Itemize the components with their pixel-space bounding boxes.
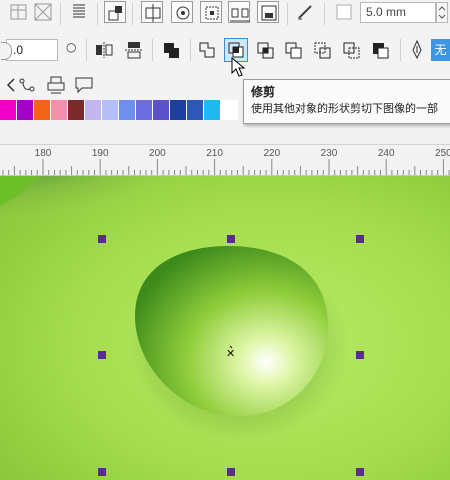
- ruler-tick-label: 220: [263, 148, 281, 159]
- table-icon[interactable]: [8, 1, 30, 23]
- tooltip-title: 修剪: [251, 85, 276, 99]
- nudge-size-stepper[interactable]: [436, 2, 448, 23]
- property-bar-shaping: .0 ○ 无: [0, 30, 450, 71]
- ruler-tick-label: 210: [206, 148, 223, 159]
- ruler-tick-label: 200: [149, 148, 166, 159]
- rotation-angle-input[interactable]: .0: [1, 39, 58, 61]
- color-swatch[interactable]: [204, 100, 221, 120]
- selection-handle-top-left[interactable]: [98, 235, 106, 243]
- selection-handle-top-center[interactable]: [227, 235, 235, 243]
- color-swatch[interactable]: [17, 100, 34, 120]
- combine-icon[interactable]: [160, 38, 184, 62]
- color-swatch[interactable]: [68, 100, 85, 120]
- nudge-size-input[interactable]: 5.0 mm: [360, 2, 436, 23]
- selection-handle-bottom-right[interactable]: [356, 468, 364, 476]
- selection-handle-middle-right[interactable]: [356, 351, 364, 359]
- degree-symbol-icon: ○: [66, 40, 77, 54]
- selection-handle-top-right[interactable]: [356, 235, 364, 243]
- selection-handle-middle-left[interactable]: [98, 351, 106, 359]
- rotation-angle-value: .0: [13, 43, 24, 57]
- front-minus-back-icon[interactable]: [311, 38, 335, 62]
- selection-handle-bottom-center[interactable]: [227, 468, 235, 476]
- mirror-vertical-icon[interactable]: [122, 38, 146, 62]
- selection-handle-bottom-left[interactable]: [98, 468, 106, 476]
- edit-icon[interactable]: [294, 1, 316, 23]
- text-align-icon[interactable]: [68, 1, 90, 23]
- color-swatch[interactable]: [119, 100, 136, 120]
- rotation-center-icon[interactable]: ✕: [226, 348, 235, 359]
- ruler-tick-label: 230: [320, 148, 338, 159]
- outline-none-selector[interactable]: 无: [431, 39, 450, 61]
- image-placeholder-icon[interactable]: [32, 1, 54, 23]
- property-bar-top: 5.0 mm: [0, 0, 450, 31]
- color-swatch[interactable]: [34, 100, 51, 120]
- node-path-icon[interactable]: [16, 73, 40, 97]
- target-icon[interactable]: [171, 1, 193, 23]
- color-swatch[interactable]: [51, 100, 68, 120]
- trim-tooltip: 修剪 使用其他对象的形状剪切下图像的一部: [243, 79, 450, 124]
- pen-nib-icon[interactable]: [405, 38, 429, 62]
- create-boundary-icon[interactable]: [369, 38, 393, 62]
- fill-swatch-icon[interactable]: [333, 1, 355, 23]
- ruler-tick-label: 180: [34, 148, 52, 159]
- color-swatch[interactable]: [85, 100, 102, 120]
- color-swatch[interactable]: [187, 100, 204, 120]
- intersect-icon[interactable]: [254, 38, 278, 62]
- align-center-icon[interactable]: [141, 1, 163, 23]
- horizontal-ruler[interactable]: 180 190 200 210 220 230 240 250: [0, 144, 450, 176]
- comment-icon[interactable]: [72, 73, 96, 97]
- color-swatch[interactable]: [170, 100, 187, 120]
- angle-spinner[interactable]: [1, 42, 12, 60]
- object-position-icon[interactable]: [104, 1, 126, 23]
- color-swatch[interactable]: [136, 100, 153, 120]
- ruler-tick-label: 190: [91, 148, 109, 159]
- color-swatch[interactable]: [153, 100, 170, 120]
- printer-icon[interactable]: [44, 73, 68, 97]
- canvas-artwork: [0, 176, 450, 480]
- ruler-tick-label: 240: [377, 148, 395, 159]
- distribute-icon[interactable]: [228, 1, 250, 23]
- simplify-icon[interactable]: [282, 38, 306, 62]
- color-swatch[interactable]: [0, 100, 17, 120]
- transform-icon[interactable]: [200, 1, 222, 23]
- save-style-icon[interactable]: [257, 1, 279, 23]
- mouse-cursor-icon: [231, 57, 246, 77]
- weld-icon[interactable]: [195, 38, 219, 62]
- color-swatch[interactable]: [221, 100, 238, 120]
- drawing-canvas[interactable]: ✕: [0, 176, 450, 480]
- mirror-horizontal-icon[interactable]: [92, 38, 116, 62]
- back-minus-front-icon[interactable]: [340, 38, 364, 62]
- color-swatch[interactable]: [102, 100, 119, 120]
- ruler-tick-label: 250: [435, 148, 450, 159]
- tooltip-description: 使用其他对象的形状剪切下图像的一部: [251, 102, 438, 115]
